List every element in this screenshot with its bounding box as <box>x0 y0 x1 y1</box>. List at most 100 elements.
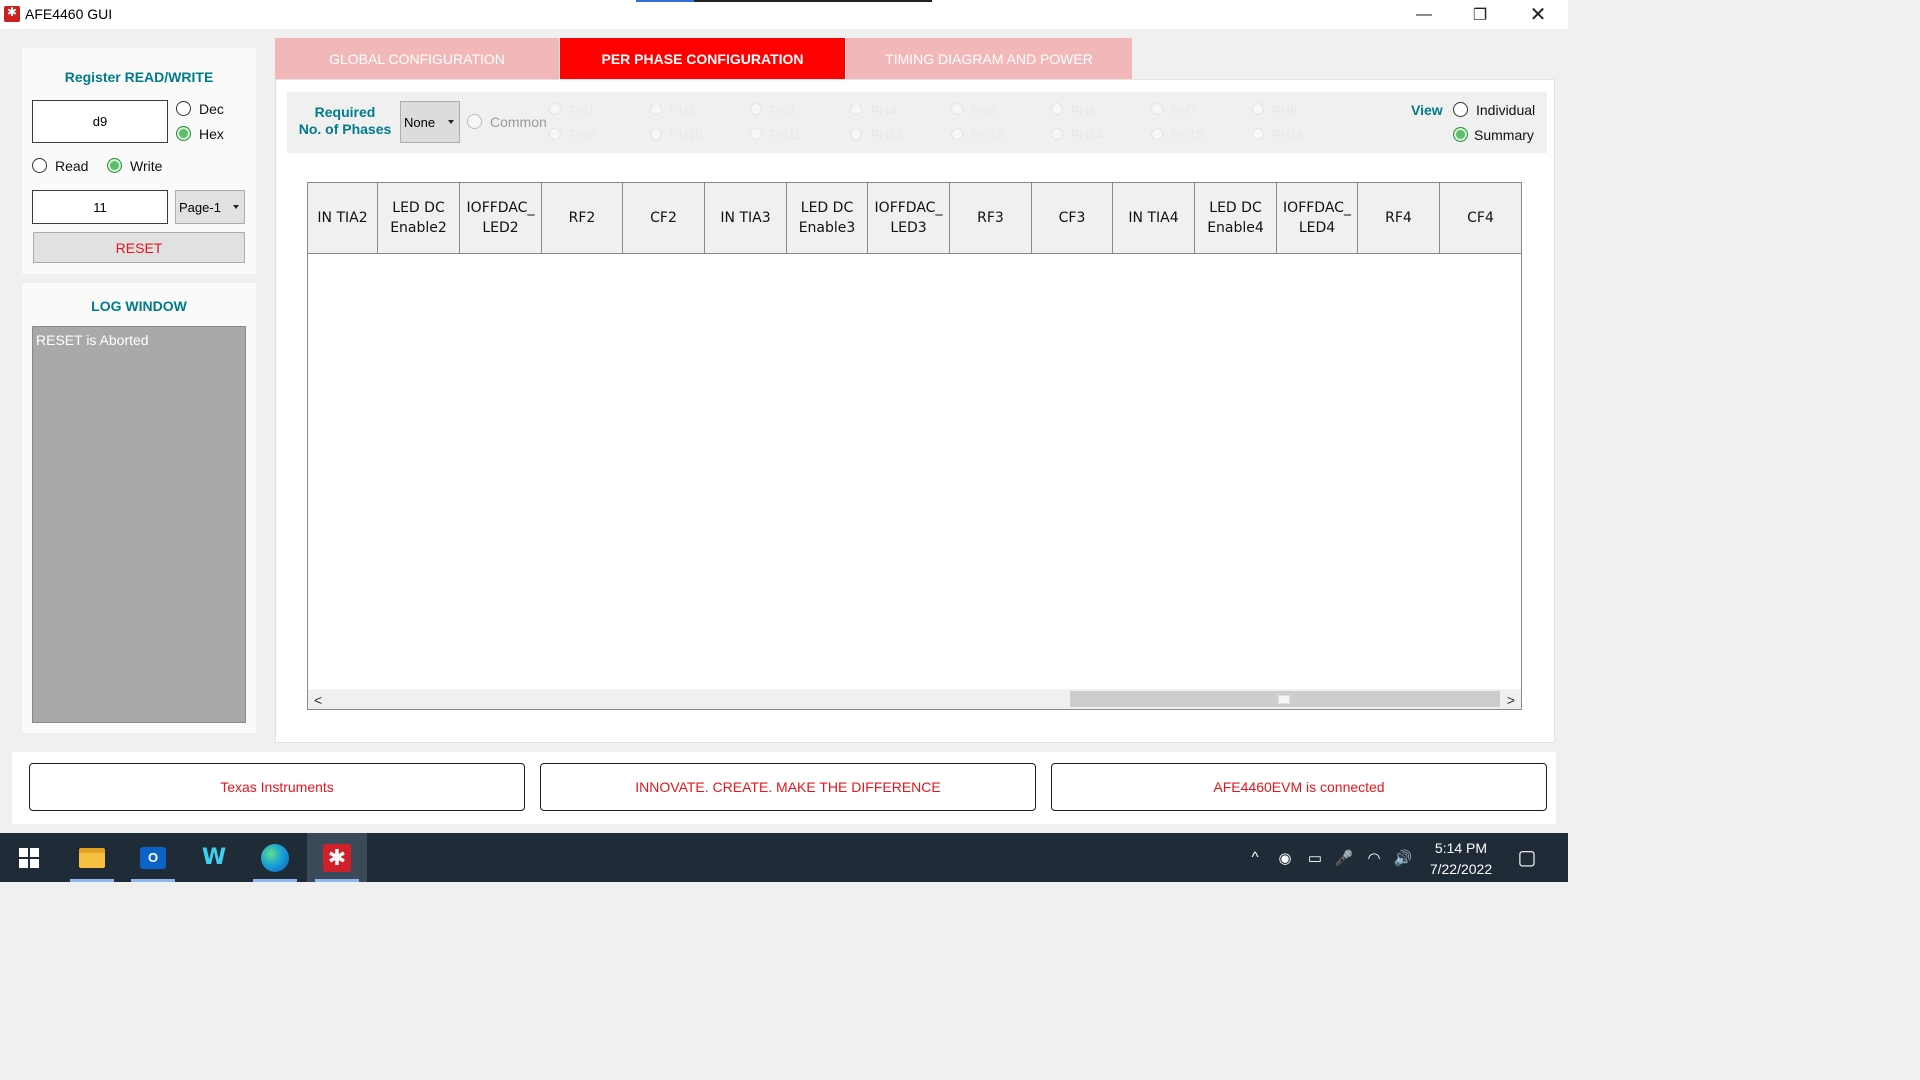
running-indicator <box>315 879 359 882</box>
hex-label: Hex <box>199 126 224 142</box>
notification-icon[interactable]: ▢ <box>1514 833 1540 882</box>
ph8-label: PH8 <box>1272 103 1298 118</box>
show-hidden-icons[interactable]: ^ <box>1244 833 1266 882</box>
column-header[interactable]: RF2 <box>542 183 623 254</box>
register-panel-title: Register READ/WRITE <box>64 69 214 85</box>
scroll-right-icon[interactable]: > <box>1507 692 1515 708</box>
ph14-label: PH14 <box>1071 127 1104 142</box>
tab-global-configuration[interactable]: GLOBAL CONFIGURATION <box>275 38 559 79</box>
volume-icon[interactable]: 🔊 <box>1392 833 1414 882</box>
window-title: AFE4460 GUI <box>25 6 113 22</box>
ph9-radio[interactable] <box>549 128 561 140</box>
running-indicator <box>253 879 297 882</box>
ph14-radio[interactable] <box>1051 128 1063 140</box>
column-header[interactable]: LED DC Enable2 <box>378 183 460 254</box>
column-header[interactable]: IN TIA3 <box>705 183 787 254</box>
column-header[interactable]: CF3 <box>1032 183 1113 254</box>
scroll-left-icon[interactable]: < <box>314 692 322 708</box>
read-radio[interactable] <box>32 158 47 173</box>
column-header[interactable]: RF3 <box>950 183 1032 254</box>
log-text-area[interactable]: RESET is Aborted <box>32 326 246 723</box>
individual-view-radio[interactable] <box>1453 102 1468 117</box>
individual-view-label: Individual <box>1476 102 1536 118</box>
column-header[interactable]: CF2 <box>623 183 705 254</box>
ph5-radio[interactable] <box>951 103 963 115</box>
scrollbar-grip-icon <box>1278 695 1290 704</box>
common-label: Common <box>490 114 547 130</box>
ph8-radio[interactable] <box>1252 103 1264 115</box>
running-indicator <box>70 879 114 882</box>
loading-indicator <box>636 0 932 2</box>
phases-count-select[interactable]: None <box>400 101 460 143</box>
write-radio[interactable] <box>107 158 122 173</box>
ph6-label: PH6 <box>1071 103 1097 118</box>
ph11-radio[interactable] <box>750 128 762 140</box>
battery-icon[interactable]: ▭ <box>1304 833 1326 882</box>
read-label: Read <box>55 158 89 174</box>
page-select[interactable]: Page-1 <box>175 190 245 224</box>
column-header[interactable]: LED DC Enable3 <box>787 183 868 254</box>
ph1-radio[interactable] <box>549 103 561 115</box>
title-bar: AFE4460 GUI — ❐ ✕ <box>0 0 1568 29</box>
column-header[interactable]: LED DC Enable4 <box>1195 183 1277 254</box>
ph4-radio[interactable] <box>850 103 862 115</box>
ph16-radio[interactable] <box>1252 128 1264 140</box>
dec-label: Dec <box>199 101 224 117</box>
footer-company: Texas Instruments <box>29 763 525 811</box>
network-globe-icon[interactable]: ◉ <box>1274 833 1296 882</box>
column-header[interactable]: IN TIA2 <box>308 183 378 254</box>
taskbar: O W ✱ ^ ◉ ▭ 🎤 ◠ 🔊 5:14 PM 7/22/2022 ▢ <box>0 833 1568 882</box>
common-radio[interactable] <box>467 114 482 129</box>
start-button[interactable] <box>0 833 58 882</box>
microphone-icon[interactable]: 🎤 <box>1333 833 1355 882</box>
page-select-value: Page-1 <box>179 199 221 215</box>
webex-icon: W <box>201 845 227 870</box>
ph15-radio[interactable] <box>1151 128 1163 140</box>
column-header[interactable]: IN TIA4 <box>1113 183 1195 254</box>
ph2-radio[interactable] <box>650 103 662 115</box>
ph16-label: PH16 <box>1272 127 1305 142</box>
register-address-input[interactable]: d9 <box>32 100 168 143</box>
wifi-icon[interactable]: ◠ <box>1363 833 1385 882</box>
phase-config-grid[interactable]: IN TIA2 LED DC Enable2 IOFFDAC_ LED2 RF2… <box>307 182 1522 710</box>
outlook-icon: O <box>140 846 166 869</box>
footer-connection-status: AFE4460EVM is connected <box>1051 763 1547 811</box>
log-panel-title: LOG WINDOW <box>91 298 187 314</box>
ph5-label: PH5 <box>971 103 997 118</box>
required-label-line2: No. of Phases <box>298 121 392 137</box>
column-header[interactable]: IOFFDAC_ LED2 <box>460 183 542 254</box>
ph13-radio[interactable] <box>951 128 963 140</box>
ph4-label: PH4 <box>871 103 897 118</box>
ph3-radio[interactable] <box>750 103 762 115</box>
reset-button[interactable]: RESET <box>33 232 245 263</box>
horizontal-scrollbar[interactable]: < > <box>308 689 1521 709</box>
taskbar-webex[interactable]: W <box>184 833 244 882</box>
taskbar-afe4460-gui[interactable]: ✱ <box>307 833 367 882</box>
summary-view-radio[interactable] <box>1453 127 1468 142</box>
column-header[interactable]: IOFFDAC_ LED3 <box>868 183 950 254</box>
taskbar-clock[interactable]: 5:14 PM 7/22/2022 <box>1415 838 1507 880</box>
restore-button[interactable]: ❐ <box>1452 0 1508 29</box>
ph7-label: PH7 <box>1171 103 1197 118</box>
hex-radio[interactable] <box>176 126 191 141</box>
ph12-radio[interactable] <box>850 128 862 140</box>
close-button[interactable]: ✕ <box>1510 0 1566 29</box>
edge-icon <box>261 843 289 872</box>
register-data-input[interactable]: 11 <box>32 190 168 224</box>
taskbar-outlook[interactable]: O <box>123 833 183 882</box>
minimize-button[interactable]: — <box>1396 0 1452 29</box>
taskbar-edge[interactable] <box>245 833 305 882</box>
summary-view-label: Summary <box>1474 127 1534 143</box>
ph6-radio[interactable] <box>1051 103 1063 115</box>
tab-timing-diagram-and-power[interactable]: TIMING DIAGRAM AND POWER <box>846 38 1132 79</box>
column-header[interactable]: IOFFDAC_ LED4 <box>1277 183 1358 254</box>
ph10-radio[interactable] <box>650 128 662 140</box>
taskbar-file-explorer[interactable] <box>62 833 122 882</box>
ph12-label: PH12 <box>871 127 904 142</box>
tab-per-phase-configuration[interactable]: PER PHASE CONFIGURATION <box>560 38 845 79</box>
required-label-line1: Required <box>314 104 376 120</box>
column-header[interactable]: CF4 <box>1440 183 1522 254</box>
dec-radio[interactable] <box>176 101 191 116</box>
ph7-radio[interactable] <box>1151 103 1163 115</box>
column-header[interactable]: RF4 <box>1358 183 1440 254</box>
